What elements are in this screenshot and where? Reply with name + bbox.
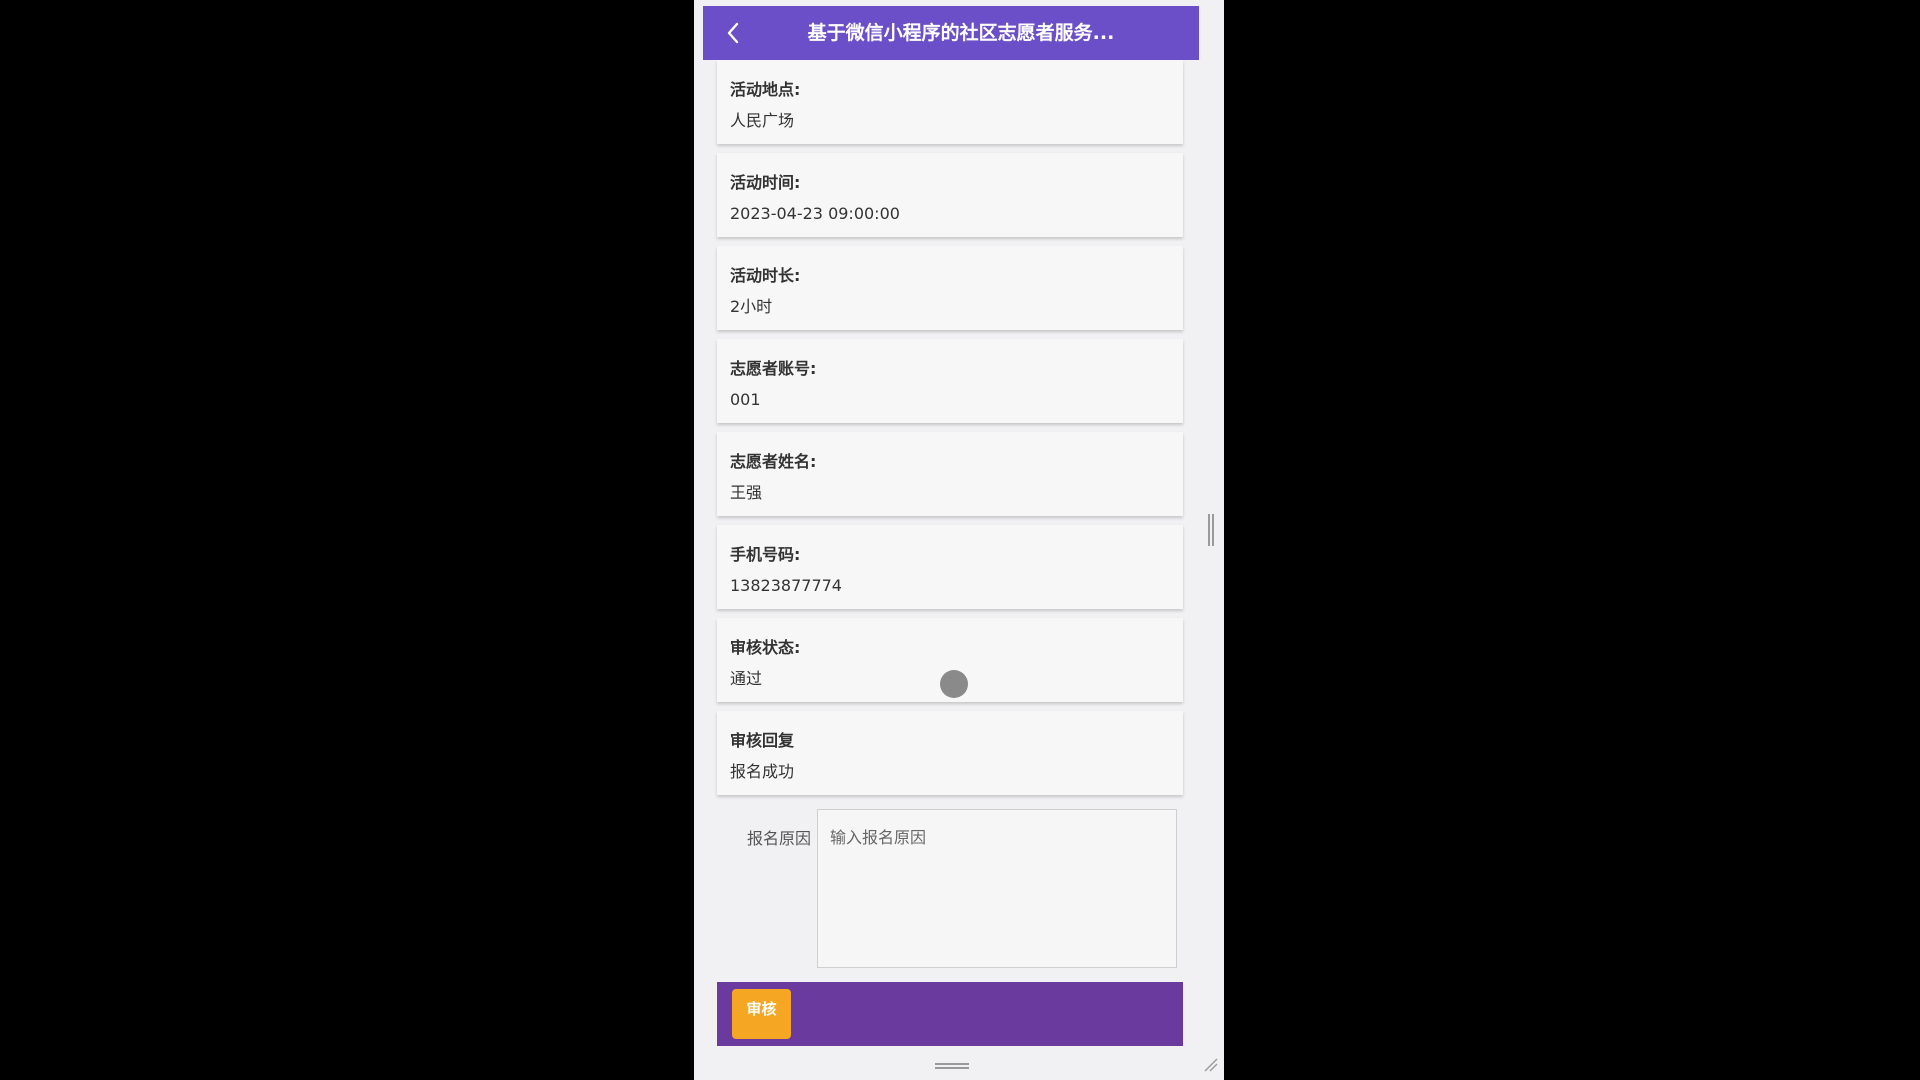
- detail-value: 001: [730, 390, 761, 409]
- detail-label: 活动地点:: [730, 80, 801, 99]
- detail-item-duration: 活动时长: 2小时: [717, 246, 1183, 330]
- detail-label: 审核回复: [730, 731, 795, 750]
- detail-label: 志愿者姓名:: [730, 452, 817, 471]
- detail-value: 2023-04-23 09:00:00: [730, 204, 900, 223]
- detail-value: 2小时: [730, 297, 773, 316]
- chevron-left-icon: [727, 22, 739, 44]
- detail-value: 报名成功: [730, 762, 795, 781]
- detail-item-time: 活动时间: 2023-04-23 09:00:00: [717, 153, 1183, 237]
- resize-grip-icon[interactable]: [1202, 1056, 1218, 1072]
- detail-label: 活动时长:: [730, 266, 801, 285]
- touch-indicator: [940, 670, 968, 698]
- detail-label: 志愿者账号:: [730, 359, 817, 378]
- detail-item-volunteer-account: 志愿者账号: 001: [717, 339, 1183, 423]
- detail-item-phone: 手机号码: 13823877774: [717, 525, 1183, 609]
- detail-item-volunteer-name: 志愿者姓名: 王强: [717, 432, 1183, 516]
- scroll-handle[interactable]: [1208, 514, 1214, 546]
- home-indicator: [935, 1063, 969, 1069]
- detail-item-review-reply: 审核回复 报名成功: [717, 711, 1183, 795]
- detail-label: 审核状态:: [730, 638, 801, 657]
- reason-field-row: 报名原因: [717, 809, 1183, 968]
- top-navigation-bar: 基于微信小程序的社区志愿者服务...: [703, 6, 1199, 60]
- detail-value: 13823877774: [730, 576, 842, 595]
- detail-item-location: 活动地点: 人民广场: [717, 60, 1183, 144]
- detail-label: 手机号码:: [730, 545, 801, 564]
- detail-label: 活动时间:: [730, 173, 801, 192]
- action-bar: 审核: [717, 982, 1183, 1046]
- reason-input[interactable]: [817, 809, 1177, 968]
- page-title: 基于微信小程序的社区志愿者服务...: [807, 22, 1115, 44]
- detail-value: 人民广场: [730, 111, 795, 130]
- detail-value: 王强: [730, 483, 763, 502]
- phone-frame: 基于微信小程序的社区志愿者服务... 活动地点: 人民广场 活动时间: 2023…: [694, 0, 1224, 1080]
- back-button[interactable]: [713, 6, 753, 60]
- reason-label: 报名原因: [746, 829, 811, 848]
- audit-button[interactable]: 审核: [732, 989, 791, 1039]
